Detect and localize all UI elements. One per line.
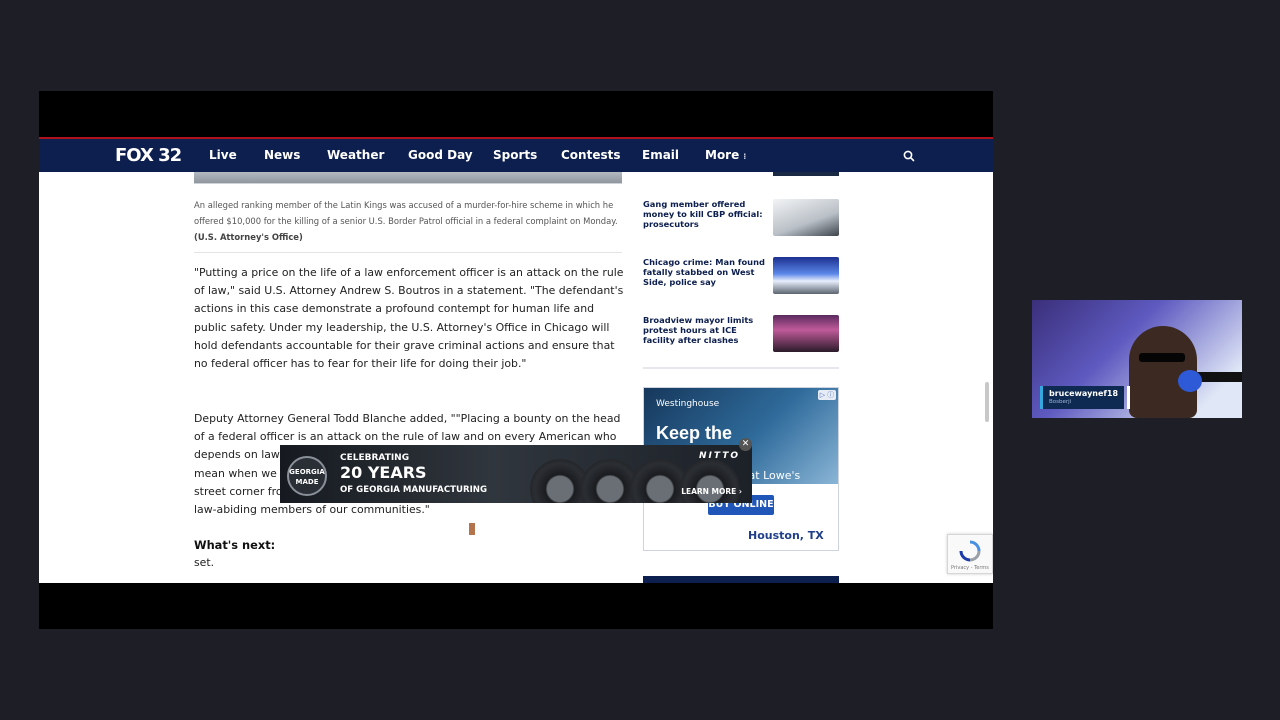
recaptcha-icon: [959, 540, 981, 562]
nav-contests[interactable]: Contests: [561, 148, 621, 162]
site-nav: FOX 32 Live News Weather Good Day Sports…: [39, 137, 993, 172]
related-story[interactable]: Chicago crime: Man found fatally stabbed…: [643, 257, 839, 297]
banner-text-line-2: 20 YEARS: [340, 463, 427, 482]
caption-credit: (U.S. Attorney's Office): [194, 232, 303, 242]
search-icon[interactable]: [902, 149, 916, 163]
banner-text-line-3: OF GEORGIA MANUFACTURING: [340, 485, 488, 495]
text-cursor-icon: [469, 523, 475, 535]
sidebar-section-bar: [643, 576, 839, 583]
nameplate-accent: [1127, 386, 1130, 409]
streamer-username: brucewaynef18: [1049, 389, 1119, 398]
article-photo: [194, 172, 622, 184]
nav-email[interactable]: Email: [642, 148, 679, 162]
story-thumbnail[interactable]: [773, 172, 839, 176]
fox32-logo[interactable]: FOX 32: [115, 145, 182, 166]
related-story[interactable]: Broadview mayor limits protest hours at …: [643, 315, 839, 355]
related-story-title[interactable]: Chicago crime: Man found fatally stabbed…: [643, 257, 767, 287]
banner-text-line-1: CELEBRATING: [340, 453, 410, 463]
nav-live[interactable]: Live: [209, 148, 237, 162]
divider: [643, 367, 839, 369]
georgia-banner-ad[interactable]: GEORGIA MADE CELEBRATING 20 YEARS OF GEO…: [280, 445, 752, 503]
nav-more-label: More: [705, 148, 740, 162]
ad-choices-icon[interactable]: ▷ ⓘ: [818, 390, 836, 400]
article-text-fragment: set.: [194, 556, 215, 569]
recaptcha-badge[interactable]: Privacy - Terms: [947, 534, 993, 574]
nav-good-day[interactable]: Good Day: [408, 148, 473, 162]
photo-caption: An alleged ranking member of the Latin K…: [194, 197, 622, 245]
nitto-logo: NITTO: [698, 451, 740, 461]
learn-more-link[interactable]: LEARN MORE ›: [681, 487, 742, 496]
nav-weather[interactable]: Weather: [327, 148, 384, 162]
chevron-down-icon: ⁝: [743, 152, 747, 161]
related-story-title[interactable]: Gang member offered money to kill CBP of…: [643, 199, 767, 229]
story-thumbnail[interactable]: [773, 199, 839, 236]
close-icon[interactable]: ✕: [739, 438, 752, 451]
browser-frame: FOX 32 Live News Weather Good Day Sports…: [39, 91, 993, 629]
related-story[interactable]: Gang member offered money to kill CBP of…: [643, 199, 839, 239]
ad-brand: Westinghouse: [656, 399, 720, 409]
streamer-subtitle: Bosberji: [1049, 399, 1072, 405]
microphone-icon: [1178, 370, 1202, 392]
related-story-title[interactable]: Broadview mayor limits protest hours at …: [643, 315, 767, 345]
article-page: An alleged ranking member of the Latin K…: [39, 172, 993, 583]
tire-image: [680, 459, 740, 503]
whats-next-heading: What's next:: [194, 538, 276, 552]
story-thumbnail[interactable]: [773, 257, 839, 294]
ad-location: Houston, TX: [748, 529, 824, 542]
story-thumbnail[interactable]: [773, 315, 839, 352]
georgia-made-badge: GEORGIA MADE: [287, 456, 327, 496]
caption-text: An alleged ranking member of the Latin K…: [194, 200, 618, 226]
streamer-nameplate: brucewaynef18 Bosberji: [1040, 386, 1124, 409]
nav-news[interactable]: News: [264, 148, 300, 162]
nav-more[interactable]: More ⁝: [705, 148, 746, 162]
nav-sports[interactable]: Sports: [493, 148, 537, 162]
sunglasses: [1139, 353, 1185, 362]
article-paragraph-1: "Putting a price on the life of a law en…: [194, 266, 624, 371]
divider: [194, 252, 622, 253]
recaptcha-terms[interactable]: Privacy - Terms: [951, 565, 989, 571]
webcam-overlay: brucewaynef18 Bosberji: [1032, 300, 1242, 418]
page-scrollbar[interactable]: [985, 382, 989, 422]
